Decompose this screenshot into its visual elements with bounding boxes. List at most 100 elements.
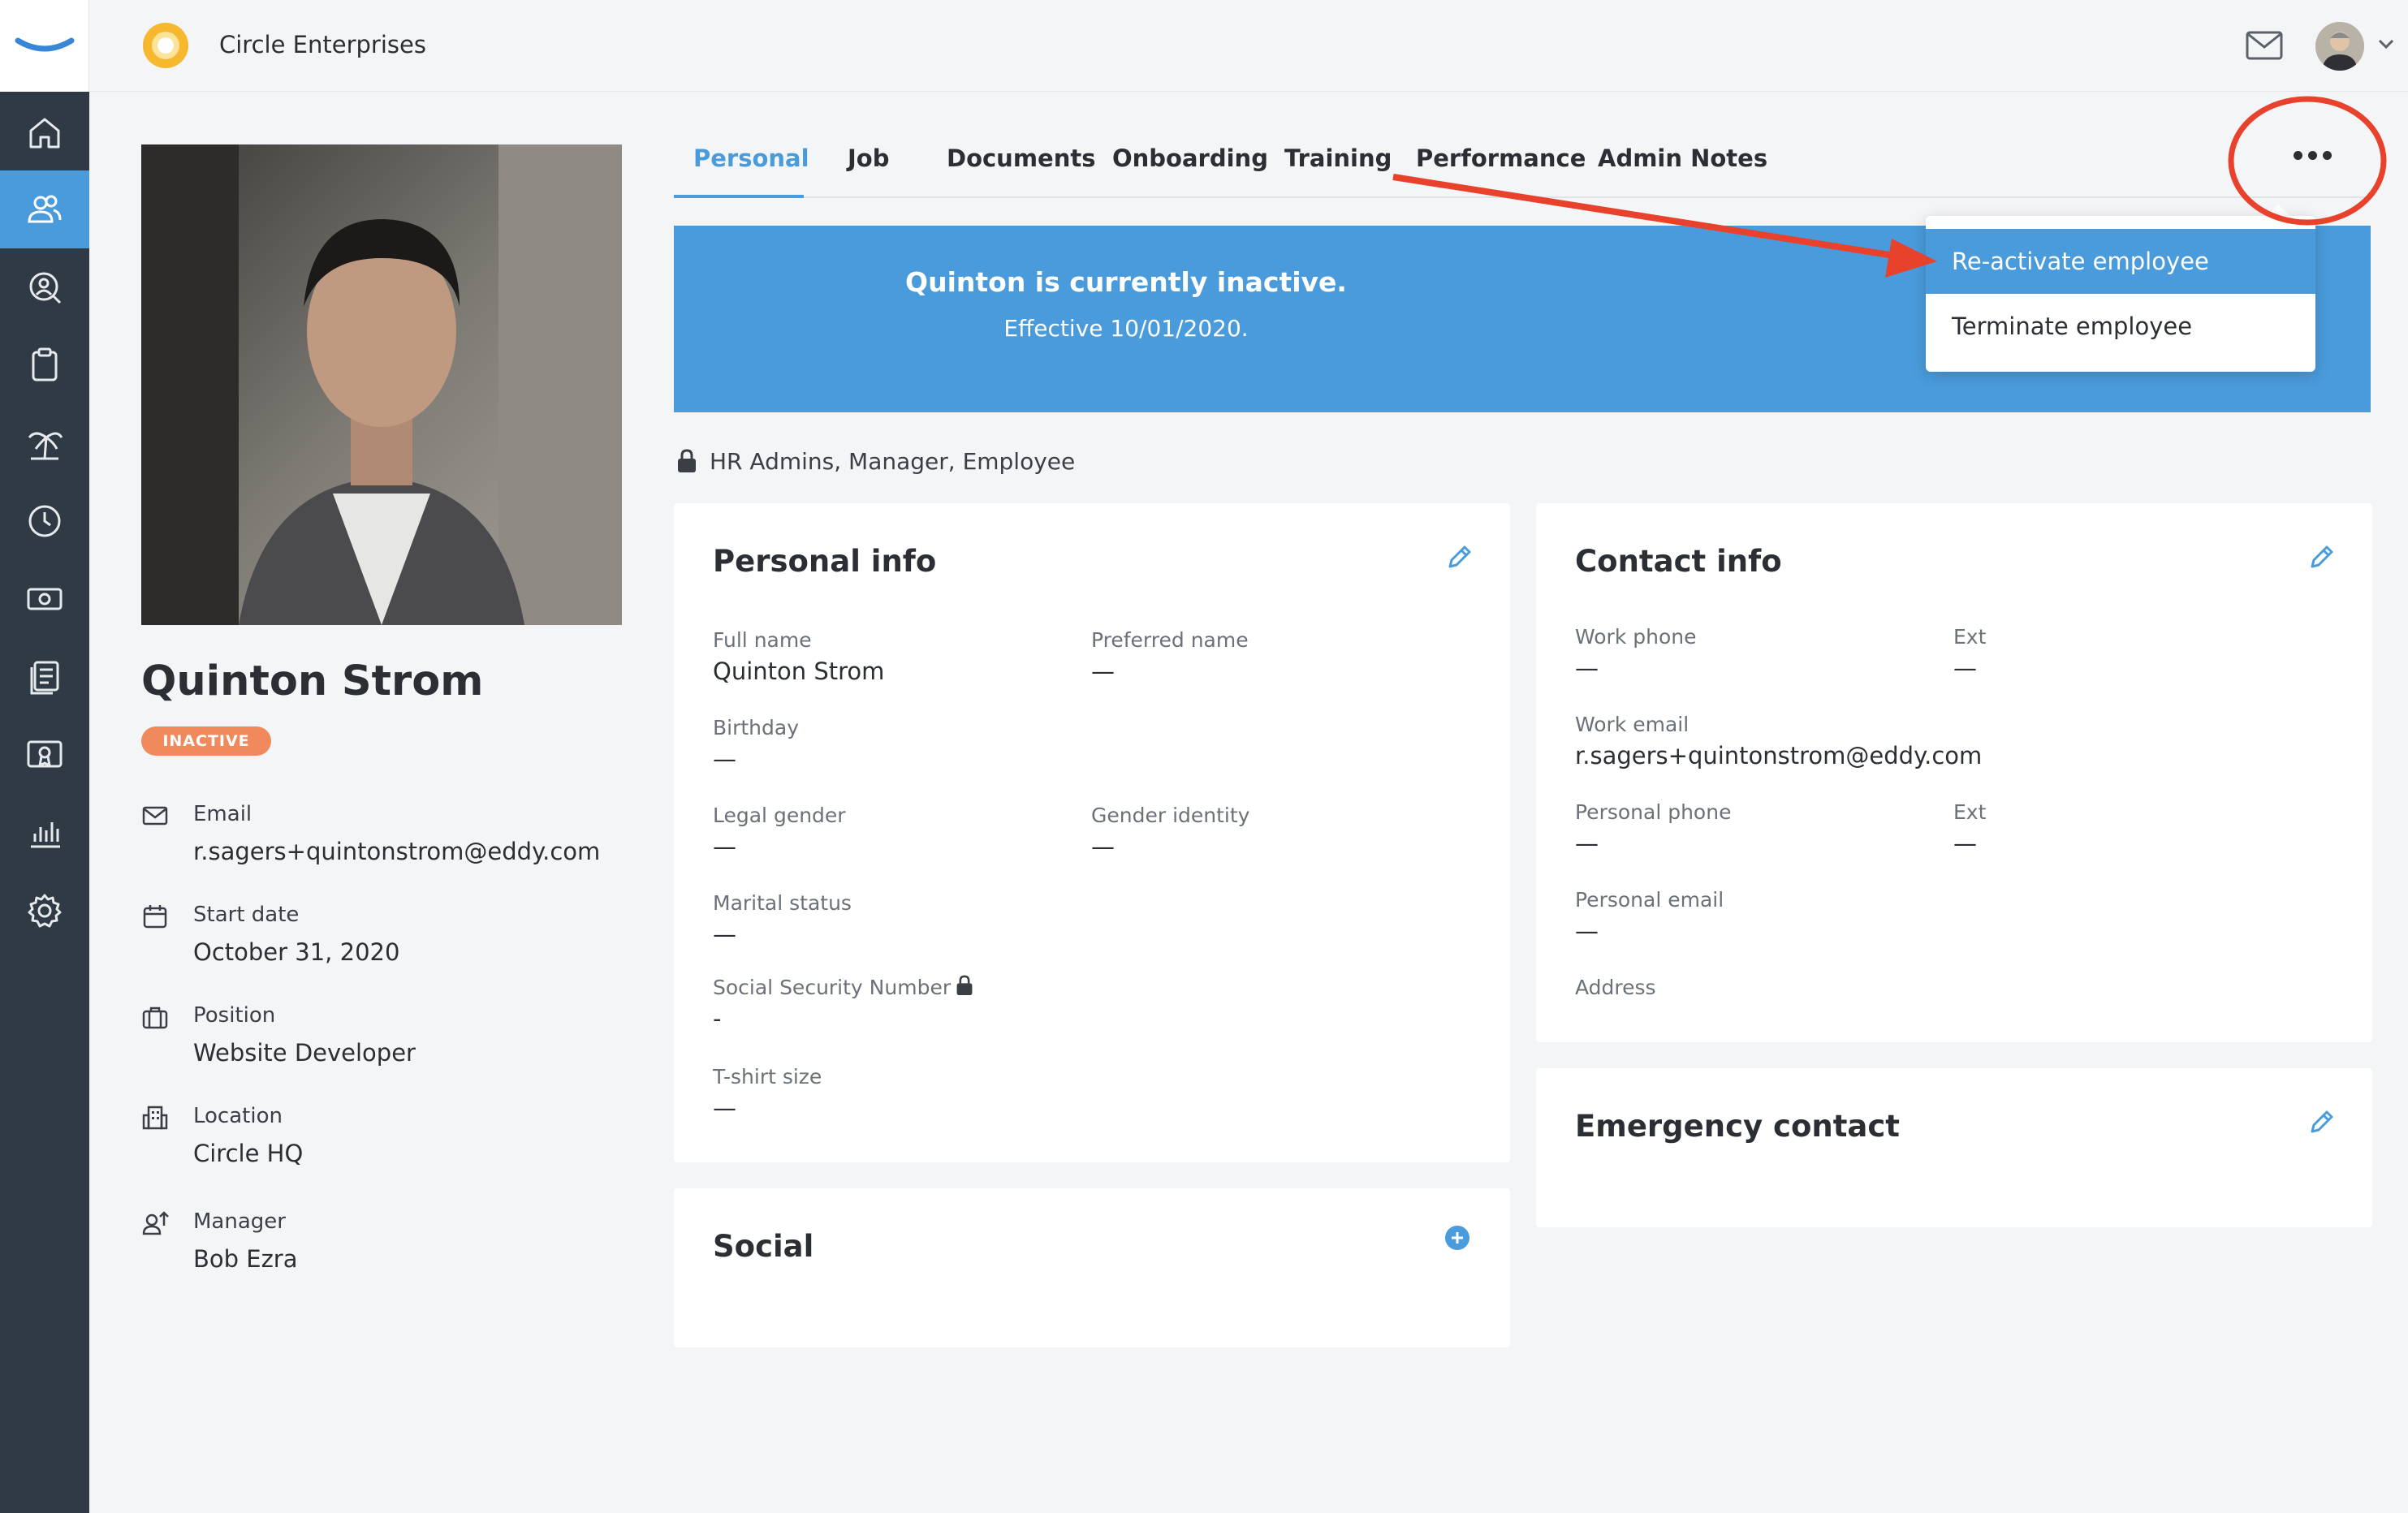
personal-email-value: — [1575,917,1599,945]
company-logo-icon [143,23,188,68]
mail-icon[interactable] [2245,29,2284,62]
card-title: Social [713,1229,814,1264]
full-name-label: Full name [713,628,812,652]
sidebar-item-settings[interactable] [0,872,89,950]
sidebar-item-people[interactable] [0,170,89,248]
visibility-text: HR Admins, Manager, Employee [710,447,1076,475]
profile-email-label: Email [193,802,252,826]
documents-icon [30,661,59,695]
work-ext-label: Ext [1953,625,1987,649]
tab-training[interactable]: Training [1284,144,1392,172]
lock-icon [956,975,973,995]
person-search-icon [29,272,62,304]
sidebar-item-time-off[interactable] [0,404,89,482]
banner-subtitle: Effective 10/01/2020. [1003,315,1249,342]
employee-name: Quinton Strom [141,657,484,705]
ssn-label: Social Security Number [713,976,952,999]
app-logo-icon [15,37,75,52]
contact-info-card: Contact info Work phone — Ext — Work ema… [1536,503,2372,1042]
profile-email-value[interactable]: r.sagers+quintonstrom@eddy.com [193,838,600,865]
profile-manager-label: Manager [193,1209,286,1234]
chevron-down-icon[interactable] [2376,36,2397,52]
legal-gender-value: — [713,833,736,860]
profile-tabs: Personal Job Documents Onboarding Traini… [674,130,2371,198]
profile-position-label: Position [193,1003,276,1028]
briefcase-icon [142,1007,168,1029]
palm-tree-icon [28,432,63,460]
emergency-contact-card: Emergency contact [1536,1068,2372,1227]
work-email-value[interactable]: r.sagers+quintonstrom@eddy.com [1575,742,1982,769]
work-phone-label: Work phone [1575,625,1697,649]
birthday-label: Birthday [713,716,800,739]
company-name[interactable]: Circle Enterprises [219,31,426,58]
status-badge: INACTIVE [141,726,271,756]
preferred-name-value: — [1091,657,1115,685]
profile-start-date-value: October 31, 2020 [193,938,400,966]
personal-phone-value: — [1575,830,1599,857]
full-name-value: Quinton Strom [713,657,885,685]
more-options-button[interactable] [2289,143,2335,167]
banner-title: Quinton is currently inactive. [905,266,1347,298]
visibility-info: HR Admins, Manager, Employee [675,445,1075,477]
gender-identity-label: Gender identity [1091,804,1250,827]
personal-ext-value: — [1953,830,1977,857]
edit-pencil-icon[interactable] [2306,1106,2338,1138]
personal-info-card: Personal info Full name Quinton Strom Pr… [674,503,1510,1162]
sidebar-item-time[interactable] [0,482,89,560]
profile-location-value: Circle HQ [193,1140,304,1167]
mail-icon [142,806,168,825]
more-dot [2322,150,2332,160]
people-icon [28,195,62,223]
birthday-value: — [713,745,736,773]
sidebar-item-payroll[interactable] [0,560,89,638]
sidebar-item-training[interactable] [0,716,89,794]
employee-photo [141,144,622,625]
profile-location-label: Location [193,1104,283,1128]
edit-pencil-icon[interactable] [2306,541,2338,573]
calendar-icon [143,905,167,929]
building-icon [142,1106,168,1130]
edit-pencil-icon[interactable] [1444,541,1476,573]
top-bar: Circle Enterprises [89,0,2408,92]
tab-performance[interactable]: Performance [1416,144,1586,172]
home-icon [29,118,60,149]
add-icon[interactable] [1444,1224,1471,1252]
work-ext-value: — [1953,654,1977,682]
gear-icon [28,894,62,928]
social-card: Social [674,1188,1510,1347]
work-phone-value: — [1575,654,1599,682]
sidebar-item-hiring[interactable] [0,248,89,326]
preferred-name-label: Preferred name [1091,628,1249,652]
card-title: Emergency contact [1575,1109,1900,1144]
more-dot [2307,150,2317,160]
tab-personal[interactable]: Personal [693,144,809,172]
personal-email-label: Personal email [1575,888,1724,912]
clock-icon [28,505,61,537]
profile-start-date-label: Start date [193,903,300,927]
legal-gender-label: Legal gender [713,804,846,827]
sidebar-item-home[interactable] [0,94,89,172]
more-options-menu: Re-activate employee Terminate employee [1926,216,2315,372]
app-logo[interactable] [0,0,89,92]
profile-manager-value[interactable]: Bob Ezra [193,1245,298,1273]
employee-photo-image [141,144,622,625]
menu-item-terminate[interactable]: Terminate employee [1926,294,2315,359]
tab-documents[interactable]: Documents [947,144,1096,172]
address-label: Address [1575,976,1656,999]
more-dot [2293,150,2302,160]
tab-admin-notes[interactable]: Admin Notes [1598,144,1767,172]
tab-onboarding[interactable]: Onboarding [1112,144,1268,172]
clipboard-icon [32,347,58,381]
menu-item-reactivate[interactable]: Re-activate employee [1926,229,2315,294]
marital-status-label: Marital status [713,891,852,915]
user-avatar[interactable] [2315,22,2364,71]
ssn-value: - [713,1005,722,1032]
sidebar-item-documents[interactable] [0,638,89,716]
active-tab-indicator [674,195,804,198]
user-avatar-image [2315,22,2364,71]
sidebar-item-tasks[interactable] [0,326,89,404]
sidebar-item-reports[interactable] [0,794,89,872]
tab-job[interactable]: Job [848,144,889,172]
personal-ext-label: Ext [1953,800,1987,824]
personal-phone-label: Personal phone [1575,800,1732,824]
